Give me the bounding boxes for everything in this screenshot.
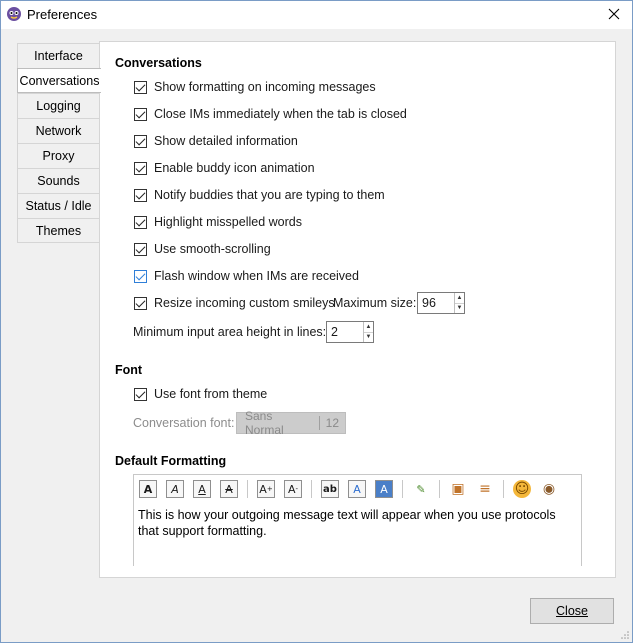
spin-up-icon[interactable]: ▲	[364, 322, 373, 332]
insert-image-icon[interactable]: ▣	[449, 480, 467, 498]
window-title: Preferences	[27, 7, 98, 22]
background-color-icon[interactable]: A	[375, 480, 393, 498]
option-label: Close IMs immediately when the tab is cl…	[154, 107, 407, 121]
option-resize-smileys[interactable]: Resize incoming custom smileys	[134, 294, 335, 312]
checkbox[interactable]	[134, 269, 147, 283]
option-smooth-scrolling[interactable]: Use smooth-scrolling	[134, 240, 271, 258]
min-input-label: Minimum input area height in lines:	[133, 325, 327, 339]
checkbox[interactable]	[134, 161, 147, 175]
tab-network[interactable]: Network	[17, 118, 100, 143]
formatting-preview-text[interactable]: This is how your outgoing message text w…	[138, 507, 568, 539]
max-size-value[interactable]: 96	[418, 293, 454, 313]
checkbox[interactable]	[134, 242, 147, 256]
checkbox[interactable]	[134, 188, 147, 202]
strikethrough-icon[interactable]: A	[220, 480, 238, 498]
option-label: Flash window when IMs are received	[154, 269, 359, 283]
shrink-font-icon[interactable]: A-	[284, 480, 302, 498]
tab-status-idle[interactable]: Status / Idle	[17, 193, 100, 218]
resize-grip-icon[interactable]	[620, 630, 630, 640]
option-notify-typing[interactable]: Notify buddies that you are typing to th…	[134, 186, 385, 204]
reset-formatting-icon[interactable]: ✎	[412, 480, 430, 498]
min-input-value[interactable]: 2	[327, 322, 363, 342]
attention-icon[interactable]: ◉	[540, 480, 558, 498]
section-title-default-formatting: Default Formatting	[115, 454, 227, 468]
title-bar: Preferences	[1, 1, 632, 29]
tab-proxy[interactable]: Proxy	[17, 143, 100, 168]
option-label: Highlight misspelled words	[154, 215, 302, 229]
checkbox[interactable]	[134, 107, 147, 121]
tab-themes[interactable]: Themes	[17, 218, 100, 243]
foreground-color-icon[interactable]: A	[348, 480, 366, 498]
conversation-font-label: Conversation font:	[133, 416, 235, 430]
option-flash-window[interactable]: Flash window when IMs are received	[134, 267, 359, 285]
underline-icon[interactable]: A	[193, 480, 211, 498]
option-highlight-misspelled[interactable]: Highlight misspelled words	[134, 213, 302, 231]
option-buddy-icon-animation[interactable]: Enable buddy icon animation	[134, 159, 315, 177]
checkbox[interactable]	[134, 215, 147, 229]
font-name: Sans Normal	[245, 409, 284, 437]
spin-down-icon[interactable]: ▼	[455, 302, 464, 314]
option-close-ims[interactable]: Close IMs immediately when the tab is cl…	[134, 105, 407, 123]
spin-down-icon[interactable]: ▼	[364, 331, 373, 343]
insert-rule-icon[interactable]: ≡	[476, 480, 494, 498]
option-label: Show formatting on incoming messages	[154, 80, 376, 94]
app-icon	[6, 6, 22, 22]
checkbox[interactable]	[134, 387, 147, 401]
checkbox[interactable]	[134, 134, 147, 148]
tab-interface[interactable]: Interface	[17, 43, 100, 68]
option-label: Show detailed information	[154, 134, 298, 148]
font-size: 12	[325, 416, 339, 430]
tab-sounds[interactable]: Sounds	[17, 168, 100, 193]
italic-icon[interactable]: A	[166, 480, 184, 498]
option-label: Resize incoming custom smileys	[154, 296, 335, 310]
max-size-spinner[interactable]: 96 ▲ ▼	[417, 292, 465, 314]
tab-conversations[interactable]: Conversations	[17, 68, 101, 93]
option-label: Use font from theme	[154, 387, 268, 401]
tab-list: Interface Conversations Logging Network …	[17, 43, 101, 243]
tab-logging[interactable]: Logging	[17, 93, 100, 118]
font-picker-button[interactable]: Sans Normal 12	[236, 409, 346, 437]
smiley-icon[interactable]: ☺	[513, 480, 531, 498]
section-title-font: Font	[115, 363, 143, 377]
min-input-spinner[interactable]: 2 ▲ ▼	[326, 321, 374, 343]
option-show-formatting[interactable]: Show formatting on incoming messages	[134, 78, 376, 96]
section-title-conversations: Conversations	[115, 56, 202, 70]
spin-up-icon[interactable]: ▲	[455, 293, 464, 303]
option-use-theme-font[interactable]: Use font from theme	[134, 385, 267, 403]
option-show-detailed-info[interactable]: Show detailed information	[134, 132, 298, 150]
close-icon[interactable]	[602, 3, 626, 25]
close-button[interactable]: Close	[530, 598, 614, 624]
preferences-window: Preferences Interface Conversations Logg…	[0, 0, 633, 643]
option-label: Use smooth-scrolling	[154, 242, 271, 256]
checkbox[interactable]	[134, 80, 147, 94]
grow-font-icon[interactable]: A +	[257, 480, 275, 498]
font-face-icon[interactable]: ab	[321, 480, 339, 498]
option-label: Notify buddies that you are typing to th…	[154, 188, 385, 202]
bold-icon[interactable]: A	[139, 480, 157, 498]
formatting-toolbar: A A A A A + A- ab A A ✎ ▣ ≡ ☺ ◉	[134, 479, 567, 499]
checkbox[interactable]	[134, 296, 147, 310]
max-size-label: Maximum size:	[333, 296, 417, 310]
option-label: Enable buddy icon animation	[154, 161, 315, 175]
